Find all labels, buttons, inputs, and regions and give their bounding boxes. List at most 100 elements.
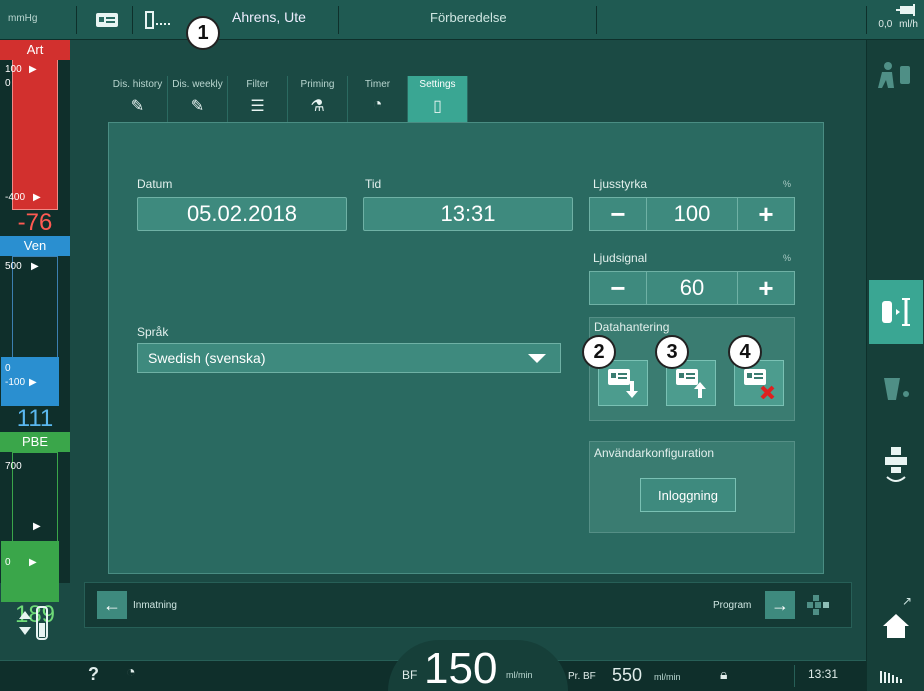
back-label: Inmatning — [133, 600, 177, 611]
tab-dis-history[interactable]: Dis. history ✎ — [108, 76, 168, 122]
home-button[interactable] — [869, 596, 923, 654]
settings-icon: ▯ — [433, 98, 442, 115]
brightness-minus-button[interactable]: − — [589, 197, 647, 231]
time-field[interactable]: 13:31 — [363, 197, 573, 231]
tab-bar: Dis. history ✎ Dis. weekly ✎ Filter ☰ Pr… — [108, 76, 468, 122]
pressure-unit: mmHg — [8, 13, 38, 24]
pbe-level — [1, 541, 59, 602]
card-download-icon — [608, 369, 638, 398]
priming-icon — [882, 298, 910, 326]
main-area: Dis. history ✎ Dis. weekly ✎ Filter ☰ Pr… — [84, 60, 852, 574]
user-config-box: Användarkonfiguration Inloggning — [589, 441, 795, 533]
ven-bottom: 0 — [5, 363, 11, 374]
art-top: 100 — [5, 64, 22, 75]
card-icon — [96, 13, 118, 27]
brightness-label: Ljusstyrka — [593, 177, 648, 191]
dialysis-screen: mmHg 1 Ahrens, Ute Förberedelse 0,0 ml/h… — [0, 0, 924, 691]
tab-label: Filter — [246, 79, 269, 90]
patient-connect-icon — [878, 62, 910, 88]
tab-label: Priming — [300, 79, 335, 90]
pbe-top: 700 — [5, 461, 22, 472]
tab-settings[interactable]: Settings ▯ — [408, 76, 468, 122]
expand-arrow-icon: ↗ — [901, 594, 912, 608]
dis-history-icon: ✎ — [130, 98, 145, 115]
uf-value: 0,0 — [878, 19, 893, 30]
help-button[interactable]: ? — [88, 664, 99, 685]
ven-value: 111 — [16, 405, 54, 432]
art-scale: 100 ▶ 0 -400 ▶ — [5, 60, 58, 210]
tab-label: Settings — [419, 79, 456, 90]
pressure-column: Art 100 ▶ 0 -400 ▶ -76 Ven 500 ▶ 0 -100 … — [0, 40, 70, 628]
tubing-icon — [885, 447, 907, 482]
ven-label: Ven — [0, 236, 70, 256]
level-adjust-button[interactable] — [10, 598, 60, 648]
card-button[interactable] — [92, 8, 122, 32]
sound-value: 60 — [647, 271, 737, 305]
uf-status: 0,0 ml/h — [878, 4, 918, 30]
arrow-right-icon: ▶ — [31, 261, 39, 272]
brightness-stepper: − 100 + — [589, 197, 795, 231]
syringe-icon — [896, 4, 915, 16]
data-handling-label: Datahantering — [594, 320, 670, 334]
clock-time: 13:31 — [808, 667, 839, 681]
patient-name: Ahrens, Ute — [232, 9, 306, 25]
divider — [866, 6, 867, 34]
brightness-plus-button[interactable]: + — [737, 197, 795, 231]
timer-icon[interactable]: ◔ — [126, 664, 136, 682]
bf-value: 150 — [424, 644, 498, 691]
back-button[interactable]: ← — [97, 591, 127, 619]
divider — [794, 665, 795, 687]
program-steps-icon — [803, 595, 833, 615]
prbf-value: 550 — [612, 665, 643, 685]
filter-icon: ☰ — [250, 98, 265, 115]
timer-icon: ◔ — [372, 96, 383, 113]
callout-4: 4 — [728, 335, 762, 369]
tab-priming[interactable]: Priming ⚗ — [288, 76, 348, 122]
language-select[interactable]: Swedish (svenska) — [137, 343, 561, 373]
tab-label: Dis. history — [112, 79, 163, 90]
tab-timer[interactable]: Timer ◔ — [348, 76, 408, 122]
filter-mode-icon — [884, 378, 909, 400]
patient-data-button[interactable] — [144, 8, 174, 32]
art-value: -76 — [17, 209, 53, 236]
arrow-right-icon: ▶ — [29, 64, 37, 75]
patient-list-icon — [145, 11, 172, 29]
status-bars-button[interactable] — [869, 662, 923, 690]
priming-icon: ⚗ — [310, 98, 325, 115]
time-label: Tid — [365, 177, 382, 191]
ven-scale: 500 ▶ 0 -100 ▶ — [1, 256, 59, 406]
sound-minus-button[interactable]: − — [589, 271, 647, 305]
tubing-button[interactable] — [869, 436, 923, 494]
card-upload-icon — [676, 369, 706, 398]
divider — [76, 6, 77, 34]
login-button[interactable]: Inloggning — [640, 478, 736, 512]
arrow-left-icon: ← — [103, 594, 121, 615]
language-value: Swedish (svenska) — [148, 350, 266, 366]
brightness-value: 100 — [647, 197, 737, 231]
date-field[interactable]: 05.02.2018 — [137, 197, 347, 231]
sound-label: Ljudsignal — [593, 251, 648, 265]
settings-panel: Datum 05.02.2018 Tid 13:31 Ljusstyrka % … — [108, 122, 824, 574]
sound-plus-button[interactable]: + — [737, 271, 795, 305]
divider — [132, 6, 133, 34]
ven-top: 500 — [5, 261, 22, 272]
art-bottom: 0 — [5, 78, 11, 89]
prbf-label: Pr. BF — [568, 671, 596, 682]
arrow-right-icon: ▶ — [33, 192, 41, 203]
filter-mode-button[interactable] — [869, 360, 923, 418]
pbe-bottom: 0 — [5, 557, 11, 568]
blood-flow-display[interactable]: BF 150 ml/min — [388, 640, 568, 691]
patient-connect-button[interactable] — [869, 46, 923, 104]
chevron-down-icon — [528, 354, 546, 363]
forward-button[interactable]: → — [765, 591, 795, 619]
priming-mode-button[interactable] — [869, 280, 923, 344]
user-config-label: Användarkonfiguration — [594, 446, 715, 460]
program-label: Program — [713, 600, 752, 611]
divider — [338, 6, 339, 34]
callout-3: 3 — [655, 335, 689, 369]
date-label: Datum — [137, 177, 173, 191]
lock-icon[interactable]: 🔒︎ — [720, 666, 727, 683]
dis-weekly-icon: ✎ — [190, 98, 205, 115]
tab-dis-weekly[interactable]: Dis. weekly ✎ — [168, 76, 228, 122]
tab-filter[interactable]: Filter ☰ — [228, 76, 288, 122]
